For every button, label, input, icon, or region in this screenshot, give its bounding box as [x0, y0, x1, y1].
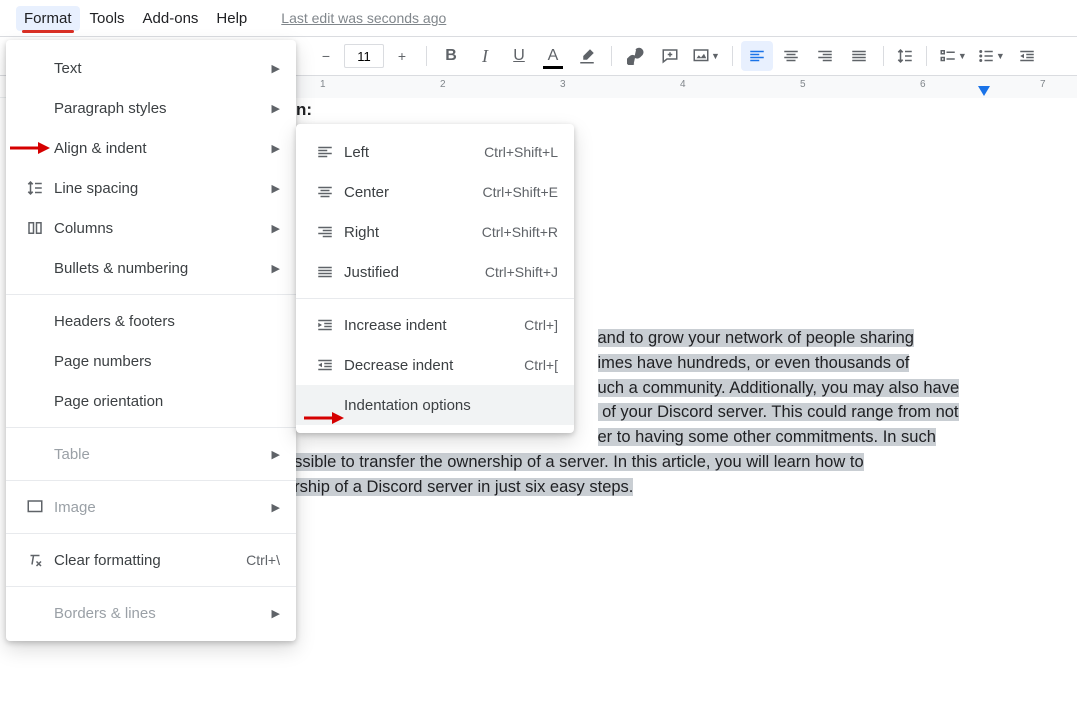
right-indent-marker[interactable]	[978, 86, 990, 96]
menu-format[interactable]: Format	[16, 6, 80, 31]
increase-indent-icon	[316, 316, 344, 334]
menu-bullets-numbering[interactable]: Bullets & numbering ▶	[6, 248, 296, 288]
image-icon	[26, 498, 54, 516]
line-spacing-button[interactable]	[892, 41, 918, 71]
submenu-right[interactable]: Right Ctrl+Shift+R	[296, 212, 574, 252]
align-left-icon	[748, 47, 766, 65]
align-justify-button[interactable]	[843, 41, 875, 71]
visible-heading-fragment: n:	[296, 100, 312, 120]
text-color-button[interactable]: A	[537, 41, 569, 71]
decrease-indent-toolbar[interactable]	[1011, 41, 1043, 71]
bullet-list-icon	[977, 47, 995, 65]
submenu-justified[interactable]: Justified Ctrl+Shift+J	[296, 252, 574, 292]
format-dropdown[interactable]: Text ▶ Paragraph styles ▶ Align & indent…	[6, 40, 296, 641]
clear-format-icon	[26, 551, 54, 569]
bold-button[interactable]: B	[435, 41, 467, 71]
insert-image-button[interactable]: ▼	[688, 41, 724, 71]
menu-help[interactable]: Help	[208, 6, 255, 31]
decrease-indent-icon	[1018, 47, 1036, 65]
menu-line-spacing[interactable]: Line spacing ▶	[6, 168, 296, 208]
line-spacing-icon	[26, 179, 54, 197]
ruler-tick: 6	[920, 79, 926, 90]
font-size-increase[interactable]: +	[386, 41, 418, 71]
link-icon	[627, 47, 645, 65]
chevron-right-icon: ▶	[272, 262, 280, 275]
checklist-button[interactable]: ▼	[935, 41, 971, 71]
align-right-button[interactable]	[809, 41, 841, 71]
menu-paragraph-styles[interactable]: Paragraph styles ▶	[6, 88, 296, 128]
chevron-right-icon: ▶	[272, 182, 280, 195]
ruler-tick: 7	[1040, 79, 1046, 90]
align-indent-submenu[interactable]: Left Ctrl+Shift+L Center Ctrl+Shift+E Ri…	[296, 124, 574, 433]
submenu-decrease-indent[interactable]: Decrease indent Ctrl+[	[296, 345, 574, 385]
comment-icon	[661, 47, 679, 65]
menu-columns[interactable]: Columns ▶	[6, 208, 296, 248]
align-right-icon	[816, 47, 834, 65]
highlight-icon	[578, 47, 596, 65]
font-size-group: − +	[310, 41, 418, 71]
chevron-right-icon: ▶	[272, 607, 280, 620]
align-center-icon	[782, 47, 800, 65]
align-justify-icon	[850, 47, 868, 65]
menu-tools[interactable]: Tools	[82, 6, 133, 31]
submenu-center[interactable]: Center Ctrl+Shift+E	[296, 172, 574, 212]
align-justify-icon	[316, 263, 344, 281]
columns-icon	[26, 219, 54, 237]
submenu-increase-indent[interactable]: Increase indent Ctrl+]	[296, 305, 574, 345]
align-left-button[interactable]	[741, 41, 773, 71]
line-spacing-icon	[896, 47, 914, 65]
chevron-right-icon: ▶	[272, 448, 280, 461]
menu-bar: Format Tools Add-ons Help Last edit was …	[0, 0, 1077, 36]
align-center-icon	[316, 183, 344, 201]
chevron-down-icon: ▼	[958, 51, 967, 61]
insert-link-button[interactable]	[620, 41, 652, 71]
align-center-button[interactable]	[775, 41, 807, 71]
menu-addons[interactable]: Add-ons	[135, 6, 207, 31]
chevron-right-icon: ▶	[272, 501, 280, 514]
menu-headers-footers[interactable]: Headers & footers	[6, 301, 296, 341]
align-left-icon	[316, 143, 344, 161]
font-size-input[interactable]	[344, 44, 384, 68]
menu-page-orientation[interactable]: Page orientation	[6, 381, 296, 421]
chevron-down-icon: ▼	[996, 51, 1005, 61]
chevron-right-icon: ▶	[272, 142, 280, 155]
align-right-icon	[316, 223, 344, 241]
ruler-tick: 2	[440, 79, 446, 90]
ruler-tick: 4	[680, 79, 686, 90]
menu-page-numbers[interactable]: Page numbers	[6, 341, 296, 381]
chevron-down-icon: ▼	[711, 51, 720, 61]
image-icon	[692, 47, 710, 65]
add-comment-button[interactable]	[654, 41, 686, 71]
menu-text[interactable]: Text ▶	[6, 48, 296, 88]
chevron-right-icon: ▶	[272, 62, 280, 75]
font-size-decrease[interactable]: −	[310, 41, 342, 71]
menu-align-indent[interactable]: Align & indent ▶	[6, 128, 296, 168]
ruler-tick: 3	[560, 79, 566, 90]
menu-borders-lines: Borders & lines ▶	[6, 593, 296, 633]
bulleted-list-button[interactable]: ▼	[973, 41, 1009, 71]
menu-table: Table ▶	[6, 434, 296, 474]
ruler-tick: 1	[320, 79, 326, 90]
menu-image: Image ▶	[6, 487, 296, 527]
last-edit-link[interactable]: Last edit was seconds ago	[281, 10, 446, 26]
decrease-indent-icon	[316, 356, 344, 374]
submenu-left[interactable]: Left Ctrl+Shift+L	[296, 132, 574, 172]
italic-button[interactable]: I	[469, 41, 501, 71]
checklist-icon	[939, 47, 957, 65]
menu-clear-formatting[interactable]: Clear formatting Ctrl+\	[6, 540, 296, 580]
ruler-tick: 5	[800, 79, 806, 90]
submenu-indentation-options[interactable]: Indentation options	[296, 385, 574, 425]
underline-button[interactable]: U	[503, 41, 535, 71]
chevron-right-icon: ▶	[272, 102, 280, 115]
chevron-right-icon: ▶	[272, 222, 280, 235]
highlight-button[interactable]	[571, 41, 603, 71]
